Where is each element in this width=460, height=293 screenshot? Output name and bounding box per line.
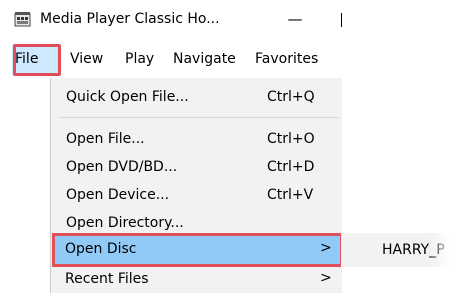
menu-item-open-dvd-bd[interactable]: Open DVD/BD... Ctrl+D (51, 154, 341, 182)
menu-item-recent-files[interactable]: Recent Files > (50, 267, 341, 293)
menu-item-open-device[interactable]: Open Device... Ctrl+V (51, 182, 341, 210)
menu-item-quick-open-file[interactable]: Quick Open File... Ctrl+Q (51, 84, 341, 112)
menu-item-shortcut: Ctrl+O (267, 131, 315, 147)
menu-item-label: Recent Files (65, 271, 149, 287)
title-bar: Media Player Classic Ho... — (0, 0, 340, 40)
window-edge (341, 13, 342, 27)
menu-play[interactable]: Play (125, 51, 154, 67)
menu-item-label: Open Directory... (66, 215, 184, 231)
menu-item-shortcut: Ctrl+Q (267, 89, 315, 105)
menu-item-label: Open Device... (66, 187, 170, 203)
menu-favorites[interactable]: Favorites (255, 51, 318, 67)
minimize-button[interactable]: — (283, 8, 307, 30)
chevron-right-icon: > (320, 270, 332, 286)
menu-view[interactable]: View (70, 51, 103, 67)
menu-separator (59, 117, 339, 118)
media-player-icon (14, 12, 31, 27)
menu-item-label: Open DVD/BD... (66, 159, 178, 175)
menu-item-open-file[interactable]: Open File... Ctrl+O (51, 126, 341, 154)
window-title: Media Player Classic Ho... (40, 11, 220, 27)
file-menu-highlight (13, 44, 61, 76)
menu-item-label: Open File... (66, 131, 145, 147)
menu-item-shortcut: Ctrl+D (267, 159, 315, 175)
menu-item-label: Quick Open File... (66, 89, 189, 105)
open-disc-highlight (52, 233, 343, 267)
menu-navigate[interactable]: Navigate (173, 51, 236, 67)
submenu-fade (430, 233, 460, 267)
menu-item-shortcut: Ctrl+V (267, 187, 314, 203)
